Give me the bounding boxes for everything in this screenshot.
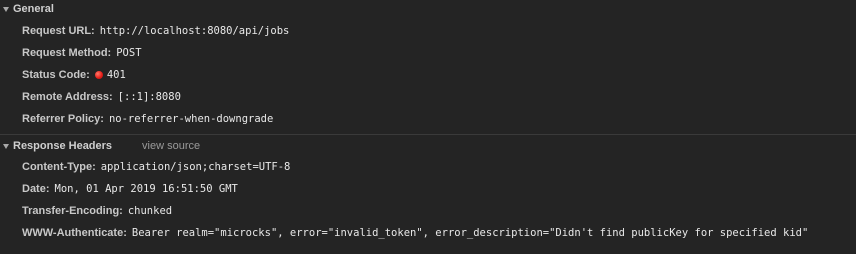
status-code-row: Status Code: 401 <box>0 64 856 86</box>
request-method-value: POST <box>116 47 142 59</box>
header-key: WWW-Authenticate: <box>22 227 127 239</box>
header-key: Date: <box>22 183 50 195</box>
header-value: Mon, 01 Apr 2019 16:51:50 GMT <box>54 183 238 195</box>
status-error-icon <box>94 71 103 79</box>
response-headers-title: Response Headers <box>13 140 113 152</box>
request-url-row: Request URL: http://localhost:8080/api/jo… <box>0 20 856 42</box>
header-row: Content-Type: application/json;charset=UT… <box>0 156 856 178</box>
response-headers-section: Response Headers view source Content-Typ… <box>0 137 856 244</box>
request-method-key: Request Method: <box>22 47 112 59</box>
general-section: General Request URL: http://localhost:808… <box>0 0 856 130</box>
request-url-key: Request URL: <box>22 25 95 37</box>
referrer-policy-value: no-referrer-when-downgrade <box>108 113 274 125</box>
header-row: WWW-Authenticate: Bearer realm="microcks"… <box>0 222 856 244</box>
section-divider <box>0 134 856 135</box>
expand-triangle-icon[interactable] <box>3 144 9 149</box>
referrer-policy-row: Referrer Policy: no-referrer-when-downgra… <box>0 108 856 130</box>
general-header[interactable]: General <box>0 0 856 18</box>
header-value: application/json;charset=UTF-8 <box>100 161 291 173</box>
header-value: Bearer realm="microcks", error="invalid_… <box>131 227 809 239</box>
header-value: chunked <box>127 205 173 217</box>
general-title: General <box>13 3 54 15</box>
remote-address-value: [::1]:8080 <box>117 91 181 103</box>
remote-address-key: Remote Address: <box>22 91 113 103</box>
remote-address-row: Remote Address: [::1]:8080 <box>0 86 856 108</box>
referrer-policy-key: Referrer Policy: <box>22 113 104 125</box>
expand-triangle-icon[interactable] <box>3 7 9 12</box>
header-key: Transfer-Encoding: <box>22 205 123 217</box>
status-code-key: Status Code: <box>22 69 90 81</box>
status-code-value: 401 <box>106 69 126 81</box>
header-key: Content-Type: <box>22 161 96 173</box>
header-row: Date: Mon, 01 Apr 2019 16:51:50 GMT <box>0 178 856 200</box>
view-source-link[interactable]: view source <box>142 137 200 155</box>
request-method-row: Request Method: POST <box>0 42 856 64</box>
request-url-value: http://localhost:8080/api/jobs <box>99 25 290 37</box>
response-headers-header[interactable]: Response Headers view source <box>0 137 856 155</box>
header-row: Transfer-Encoding: chunked <box>0 200 856 222</box>
